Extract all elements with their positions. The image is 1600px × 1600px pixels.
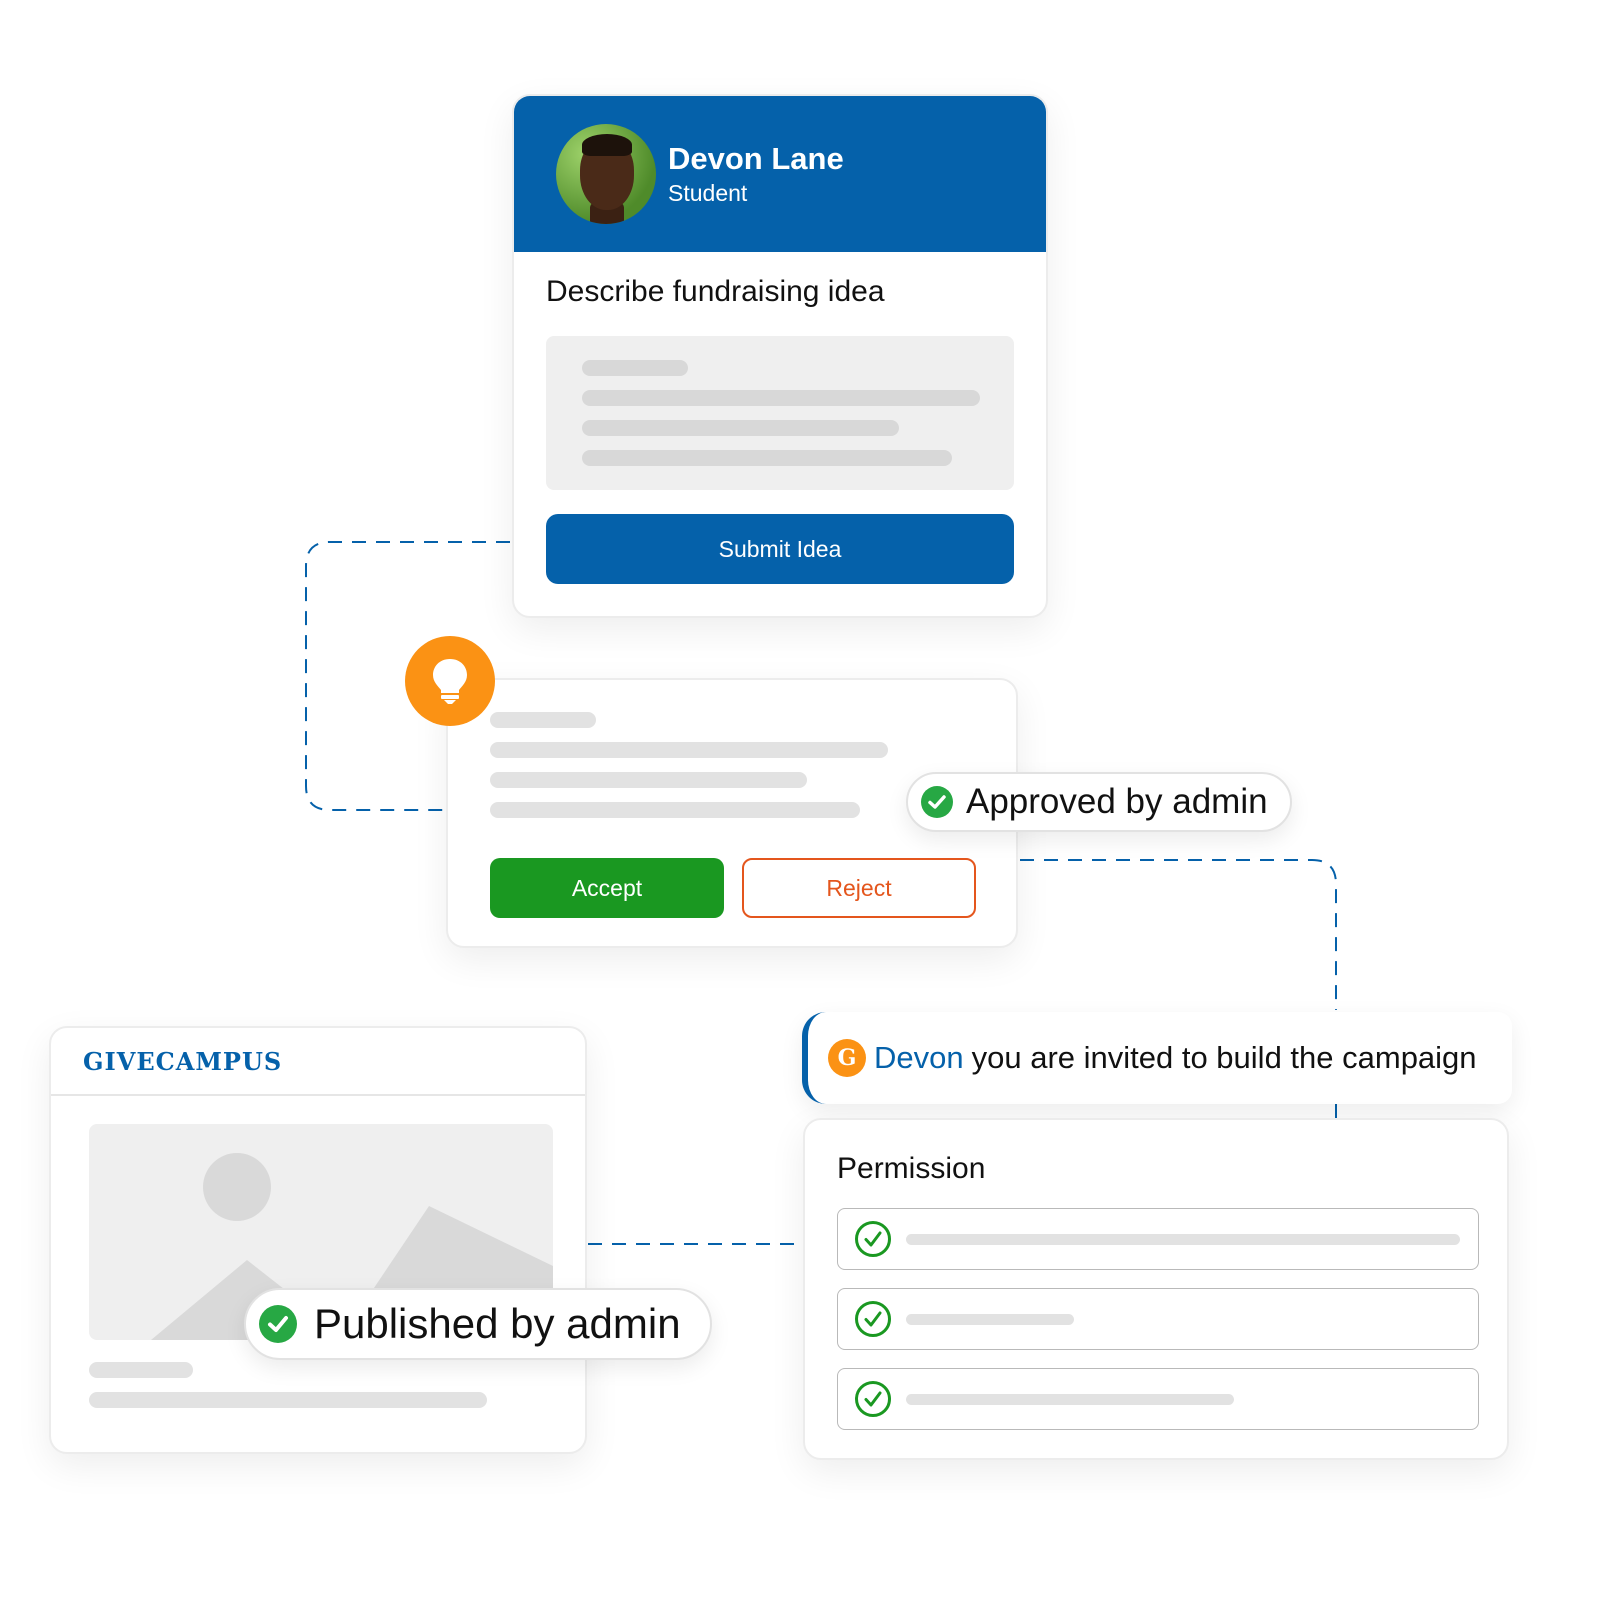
published-status-badge: Published by admin <box>244 1288 712 1360</box>
givecampus-logo-icon: G <box>828 1039 866 1077</box>
form-title: Describe fundraising idea <box>546 275 885 308</box>
check-circle-icon <box>259 1305 297 1343</box>
placeholder-line <box>490 742 888 758</box>
approved-status-badge: Approved by admin <box>906 772 1292 832</box>
accept-button[interactable]: Accept <box>490 858 724 918</box>
profile-role: Student <box>668 180 748 206</box>
placeholder-line <box>582 420 899 436</box>
permission-card: Permission <box>803 1118 1509 1460</box>
invite-recipient-name: Devon <box>874 1040 964 1075</box>
permission-item[interactable] <box>837 1368 1479 1430</box>
check-circle-outline-icon <box>855 1381 891 1417</box>
check-circle-outline-icon <box>855 1221 891 1257</box>
lightbulb-icon <box>405 636 495 726</box>
placeholder-line <box>906 1313 1074 1325</box>
invite-message: you are invited to build the campaign <box>971 1040 1477 1075</box>
placeholder-line <box>582 360 688 376</box>
reject-button[interactable]: Reject <box>742 858 976 918</box>
published-status-text: Published by admin <box>314 1300 681 1347</box>
permission-title: Permission <box>837 1152 986 1185</box>
permission-item[interactable] <box>837 1288 1479 1350</box>
approved-status-text: Approved by admin <box>966 782 1268 821</box>
placeholder-line <box>490 772 807 788</box>
placeholder-line <box>906 1393 1234 1405</box>
check-circle-icon <box>921 786 953 818</box>
placeholder-line <box>490 712 596 728</box>
placeholder-line <box>89 1392 487 1408</box>
idea-textarea[interactable] <box>546 336 1014 490</box>
invite-notification[interactable]: G Devon you are invited to build the cam… <box>802 1012 1512 1104</box>
profile-header: Devon Lane Student <box>514 96 1046 252</box>
brand-logo: GIVECAMPUS <box>83 1046 283 1076</box>
idea-submission-card: Devon Lane Student Describe fundraising … <box>512 94 1048 618</box>
avatar <box>556 124 656 224</box>
check-circle-outline-icon <box>855 1301 891 1337</box>
submit-idea-button[interactable]: Submit Idea <box>546 514 1014 584</box>
placeholder-line <box>906 1233 1460 1245</box>
placeholder-line <box>582 450 952 466</box>
placeholder-line <box>490 802 860 818</box>
campaign-header: GIVECAMPUS <box>51 1028 585 1096</box>
placeholder-line <box>582 390 980 406</box>
profile-name: Devon Lane <box>668 141 844 176</box>
connector-review-to-invite <box>1020 859 1337 1010</box>
campaign-page-card: GIVECAMPUS <box>49 1026 587 1454</box>
placeholder-line <box>89 1362 193 1378</box>
permission-item[interactable] <box>837 1208 1479 1270</box>
